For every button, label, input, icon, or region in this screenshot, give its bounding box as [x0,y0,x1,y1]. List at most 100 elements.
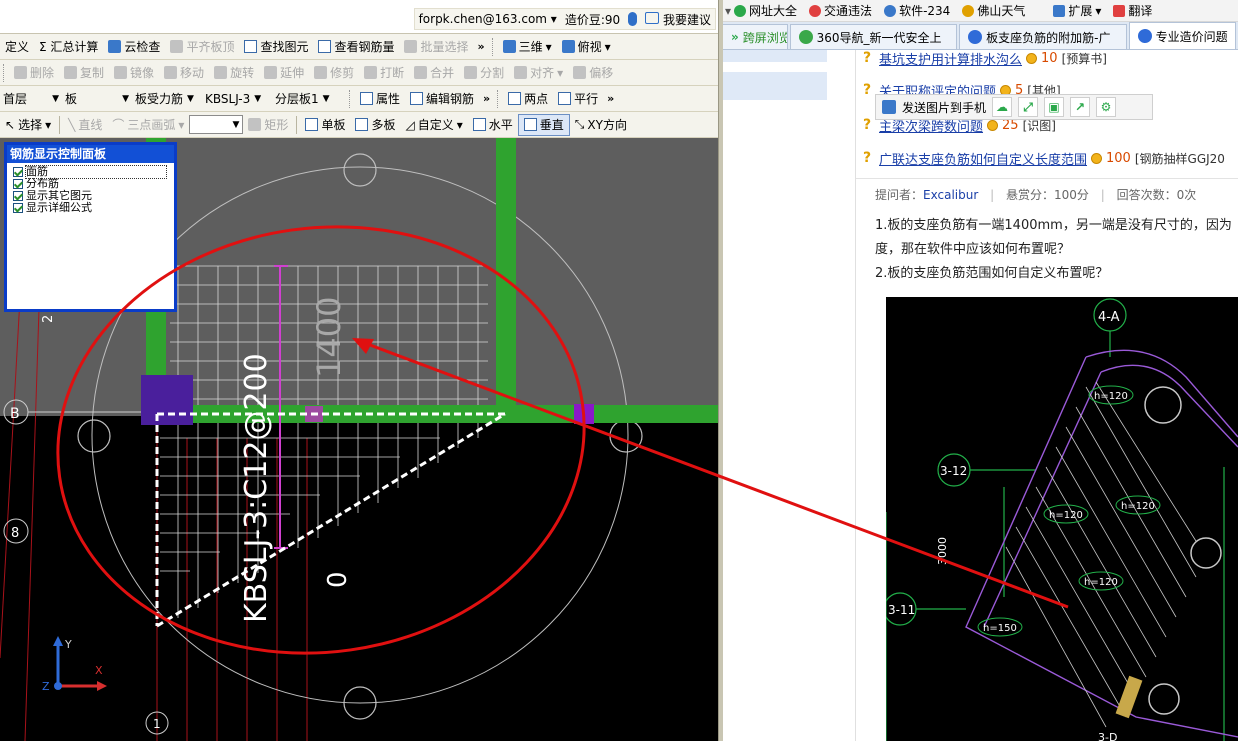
flush-slab-button[interactable]: 平齐板顶 [165,36,239,58]
bookmark-item[interactable]: 软件-234 [878,2,956,19]
trim-button[interactable]: 修剪 [309,62,359,84]
checkbox-checked-icon[interactable] [13,179,23,189]
copy-button[interactable]: 复制 [59,62,109,84]
dimension-label: 1400 [310,297,348,378]
main-question-link[interactable]: 广联达支座负筋如何自定义长度范围 [879,149,1087,168]
single-slab-button[interactable]: 单板 [300,114,350,136]
translate-button[interactable]: 翻译 [1107,2,1158,19]
define-button[interactable]: 定义 [0,36,34,58]
properties-button[interactable]: 属性 [355,88,405,110]
main-question-category: [钢筋抽样GGJ20 [1134,151,1225,166]
main-question-item[interactable]: ? 广联达支座负筋如何自定义长度范围 100 [钢筋抽样GGJ20 [863,148,1225,168]
edit-rebar-button[interactable]: 编辑钢筋 [405,88,479,110]
sum-calc-button[interactable]: Σ 汇总计算 [34,36,103,58]
tab-label: 专业造价问题 [1155,29,1228,44]
toolbar-grip[interactable] [349,89,352,108]
merge-button[interactable]: 合并 [409,62,459,84]
question-score: 10 [1041,50,1058,66]
toolbar-grip[interactable] [497,89,500,108]
checkbox-checked-icon[interactable] [13,167,23,177]
move-button[interactable]: 移动 [159,62,209,84]
checkbox-show-formula[interactable]: 显示详细公式 [13,202,168,214]
top-view-dropdown[interactable]: 俯视 ▾ [557,36,616,58]
move-label: 移动 [180,66,205,80]
rotate-label: 旋转 [230,66,255,80]
toolbar-overflow-chevron[interactable]: » [603,92,618,105]
flush-slab-icon [170,40,184,53]
split-button[interactable]: 分割 [459,62,509,84]
microphone-icon[interactable] [628,12,638,26]
question-drawing-image[interactable]: 4-A 3-12 3-11 h=120 h=120 h=120 h=120 h=… [886,297,1238,741]
extend-button[interactable]: 延伸 [259,62,309,84]
align-dropdown[interactable]: 对齐 ▾ [509,62,568,84]
slab-rebar-outline [155,412,506,628]
rotate-button[interactable]: 旋转 [209,62,259,84]
horizontal-button[interactable]: 水平 [468,114,518,136]
gear-icon[interactable]: ⚙ [1096,97,1117,117]
arc3-button[interactable]: ⌒ 三点画弧 ▾ [107,114,189,136]
parallel-button[interactable]: 平行 [553,88,603,110]
bookmark-label: 佛山天气 [977,4,1026,18]
extensions-button[interactable]: 扩展 ▾ [1047,2,1107,19]
asker-name[interactable]: Excalibur [923,188,978,202]
delete-button[interactable]: 删除 [9,62,59,84]
checkbox-checked-icon[interactable] [13,203,23,213]
question-link[interactable]: 基坑支护用计算排水沟么 [879,49,1022,68]
split-label: 分割 [480,66,505,80]
vertical-button[interactable]: 垂直 [517,113,570,136]
view-rebar-button[interactable]: 查看钢筋量 [313,36,399,58]
tab-rebar-question[interactable]: 板支座负筋的附加筋-广 [959,24,1127,49]
tab-cost-question[interactable]: 专业造价问题 [1128,22,1237,49]
checkbox-label: 显示详细公式 [26,201,92,214]
cloud-icon[interactable]: ☁ [992,97,1013,117]
bookmark-label: 网址大全 [749,4,798,18]
layer-select[interactable]: 分层板1 ▼ [272,89,346,108]
view-3d-dropdown[interactable]: 三维 ▾ [498,36,557,58]
bookmark-item[interactable]: ▾ 网址大全 [723,2,803,19]
select-dropdown[interactable]: ↖ 选择 ▾ [0,114,56,136]
element-type-select[interactable]: 板 ▼ [62,89,132,108]
rebar-type-select[interactable]: 板受力筋 ▼ [132,89,202,108]
mirror-button[interactable]: 镜像 [109,62,159,84]
bookmark-item[interactable]: 佛山天气 [956,2,1031,19]
toolbar-overflow-chevron[interactable]: » [474,40,489,53]
suggest-button[interactable]: 我要建议 [645,11,711,28]
custom-dropdown[interactable]: ◿ 自定义 ▾ [400,114,467,136]
rebar-display-panel[interactable]: 钢筋显示控制面板 面筋 分布筋 显示其它图元 显示详细公式 [4,142,177,312]
beans-label: 造价豆:90 [564,12,621,27]
xy-direction-button[interactable]: ⤡ XY方向 [570,114,632,136]
line-button[interactable]: ╲ 直线 [63,114,107,136]
expand-icon[interactable]: ⤢ [1018,97,1039,117]
toolbar-overflow-chevron[interactable]: » [479,92,494,105]
account-dropdown[interactable]: forpk.chen@163.com ▾ [419,12,557,26]
define-label: 定义 [5,40,30,54]
tab-360-nav[interactable]: 360导航_新一代安全上 [789,24,958,49]
rect-button[interactable]: 矩形 [243,114,293,136]
tab-cross-screen[interactable]: » 跨屏浏览 [723,24,788,49]
two-points-button[interactable]: 两点 [503,88,553,110]
checkbox-checked-icon[interactable] [13,191,23,201]
cursor-icon: ↖ [5,117,16,132]
custom-label: 自定义 [417,118,454,132]
arc-options-select[interactable]: ▼ [189,115,244,134]
send-to-phone-button[interactable]: 发送图片到手机 [902,99,986,116]
floor-select[interactable]: 首层 ▼ [0,89,62,108]
offset-button[interactable]: 偏移 [568,62,618,84]
parallel-label: 平行 [574,92,599,106]
cloud-check-button[interactable]: 云检查 [103,36,165,58]
rebar-name-select[interactable]: KBSLJ-3 ▼ [202,89,272,108]
separator [59,115,61,134]
main-toolbar: 定义 Σ 汇总计算 云检查 平齐板顶 查找图元 查看钢筋量 批量选择 » 三维 … [0,34,720,60]
save-icon[interactable]: ▣ [1044,97,1065,117]
find-element-button[interactable]: 查找图元 [239,36,313,58]
batch-select-button[interactable]: 批量选择 [399,36,473,58]
translate-label: 翻译 [1128,4,1153,18]
break-button[interactable]: 打断 [359,62,409,84]
multi-slab-button[interactable]: 多板 [350,114,400,136]
toolbar-grip[interactable] [3,63,6,82]
bookmark-item[interactable]: 交通违法 [803,2,878,19]
question-item[interactable]: ? 基坑支护用计算排水沟么 10 [预算书] [863,48,1107,68]
share-icon[interactable]: ↗ [1070,97,1091,117]
two-points-icon [508,92,522,105]
toolbar-grip[interactable] [491,37,495,56]
